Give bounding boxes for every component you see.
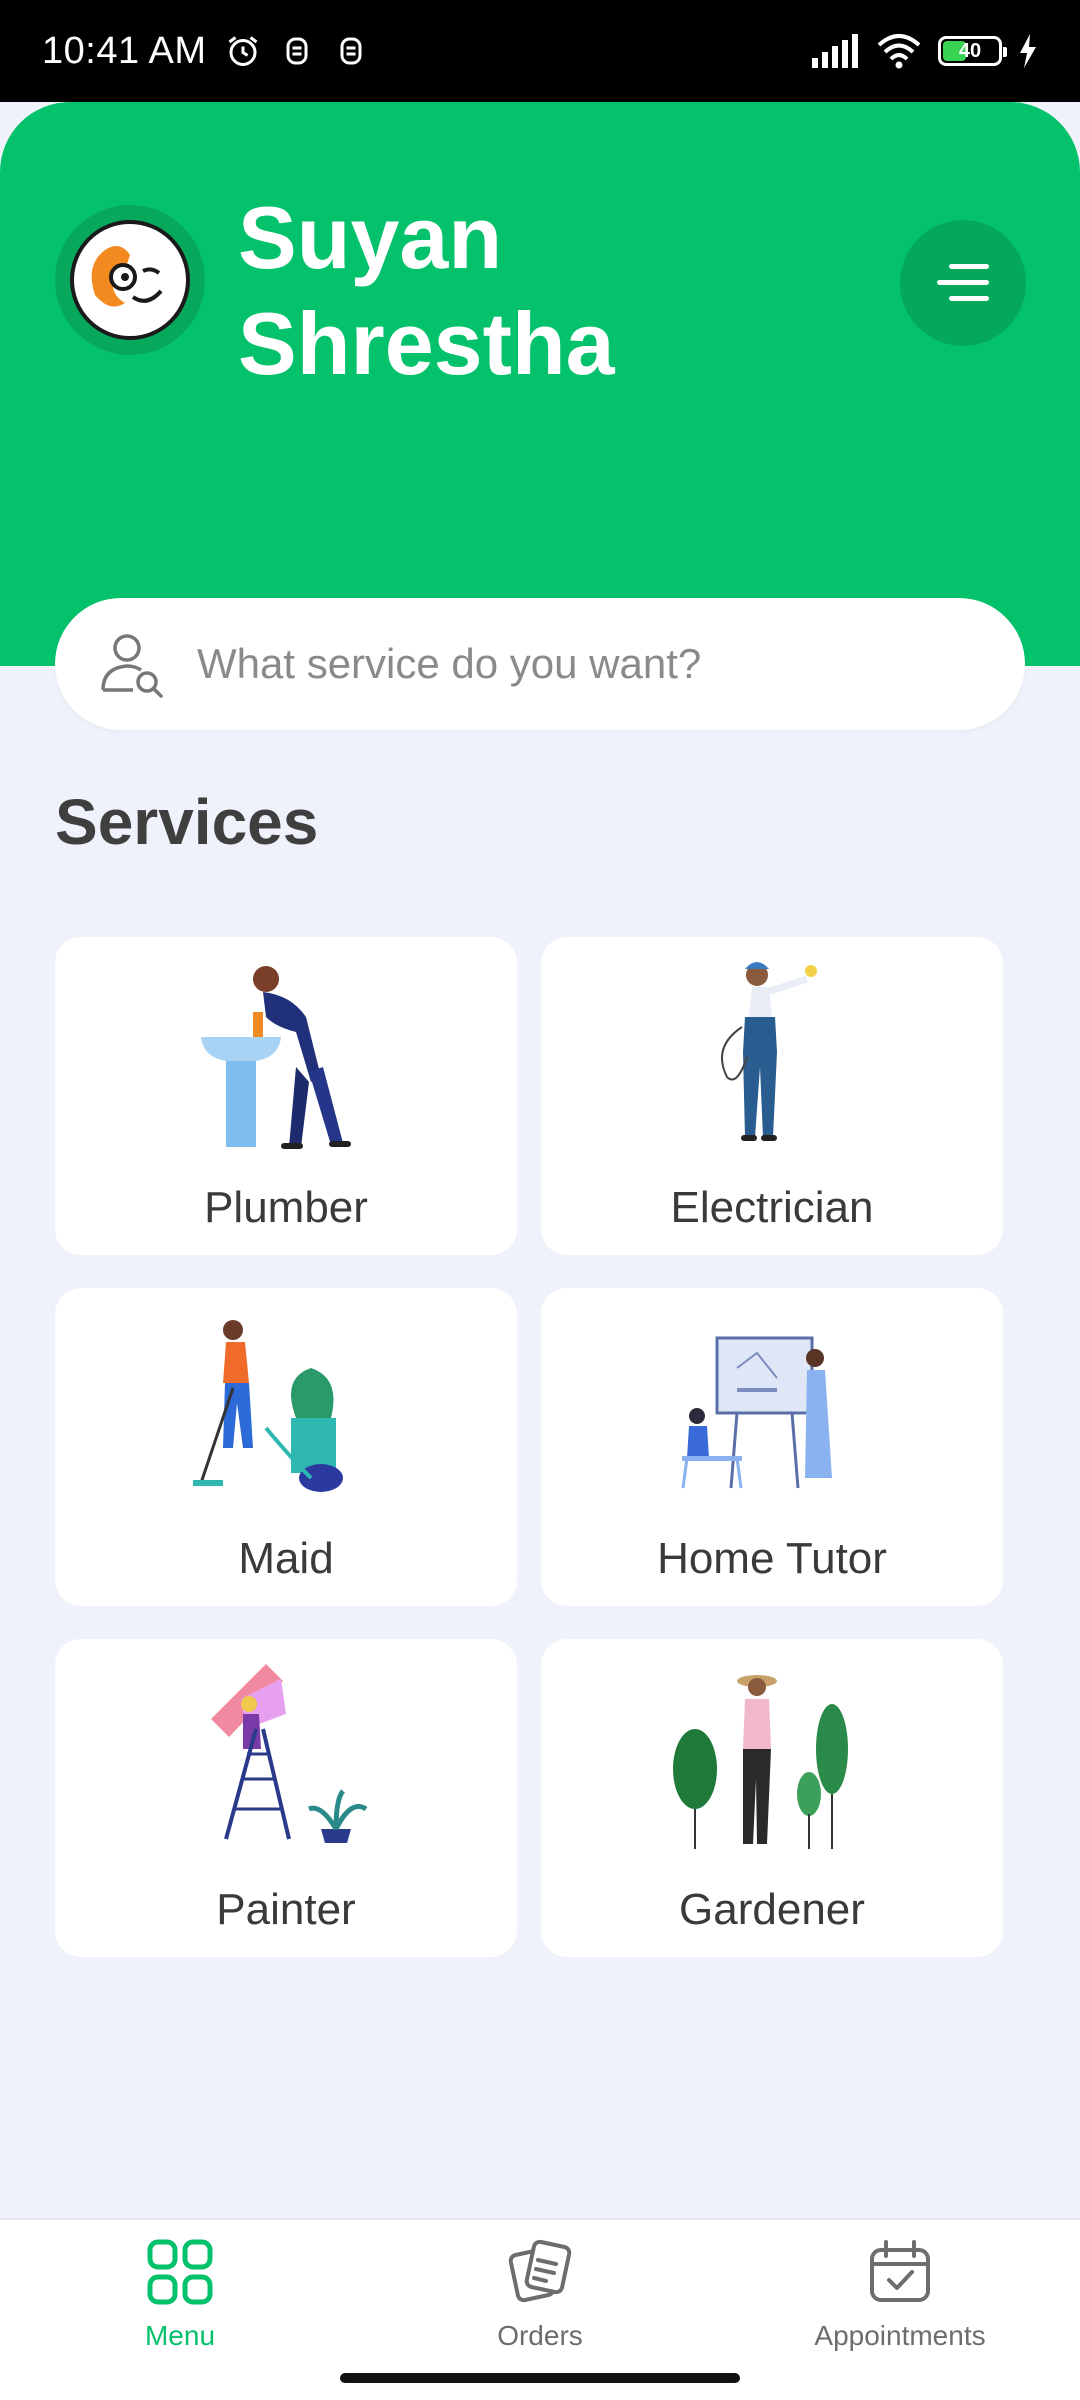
wifi-icon (877, 34, 921, 69)
hamburger-icon (937, 264, 989, 301)
service-card-maid[interactable]: Maid (55, 1288, 517, 1606)
notification-icon (286, 37, 308, 65)
service-label: Painter (216, 1885, 356, 1934)
notification-icon-2 (340, 37, 362, 65)
search-input[interactable] (197, 640, 977, 688)
nav-label: Orders (497, 2320, 583, 2351)
status-time: 10:41 AM (42, 29, 207, 72)
service-card-gardener[interactable]: Gardener (541, 1639, 1003, 1957)
menu-button[interactable] (900, 220, 1026, 346)
nav-label: Appointments (814, 2320, 986, 2351)
service-card-plumber[interactable]: Plumber (55, 937, 517, 1255)
nav-menu[interactable]: Menu (0, 2220, 360, 2400)
service-label: Plumber (204, 1183, 368, 1232)
user-search-icon (101, 634, 163, 698)
service-card-home-tutor[interactable]: Home Tutor (541, 1288, 1003, 1606)
avatar[interactable] (55, 205, 205, 355)
nav-label: Menu (144, 2320, 216, 2351)
painter-illustration (211, 1664, 368, 1843)
service-label: Maid (238, 1534, 334, 1583)
grid-icon (147, 2239, 213, 2305)
battery-indicator: 40 (938, 36, 1007, 66)
maid-illustration (193, 1320, 343, 1492)
service-label: Home Tutor (657, 1534, 887, 1583)
electrician-illustration (721, 962, 817, 1141)
status-right: 40 (810, 33, 1038, 69)
nav-appointments[interactable]: Appointments (720, 2220, 1080, 2400)
status-bar: 10:41 AM 40 (0, 0, 1080, 102)
services-grid: Plumber Electrician Maid Home Tutor Pain… (55, 937, 1003, 1957)
battery-percent: 40 (958, 39, 982, 62)
orders-icon (508, 2239, 572, 2303)
user-name: Suyan Shrestha (238, 188, 615, 393)
services-title: Services (55, 786, 319, 858)
charging-icon (1020, 34, 1036, 68)
avatar-logo-icon (70, 220, 190, 340)
service-card-electrician[interactable]: Electrician (541, 937, 1003, 1255)
search-bar[interactable] (55, 598, 1025, 730)
signal-icon (812, 34, 858, 68)
service-card-painter[interactable]: Painter (55, 1639, 517, 1957)
plumber-illustration (201, 966, 351, 1149)
status-left: 10:41 AM (42, 30, 369, 73)
service-label: Electrician (670, 1183, 874, 1232)
home-tutor-illustration (681, 1336, 832, 1489)
service-label: Gardener (679, 1885, 865, 1934)
home-indicator[interactable] (340, 2373, 740, 2383)
alarm-icon (228, 36, 257, 66)
gardener-illustration (673, 1675, 848, 1849)
calendar-check-icon (870, 2240, 930, 2302)
